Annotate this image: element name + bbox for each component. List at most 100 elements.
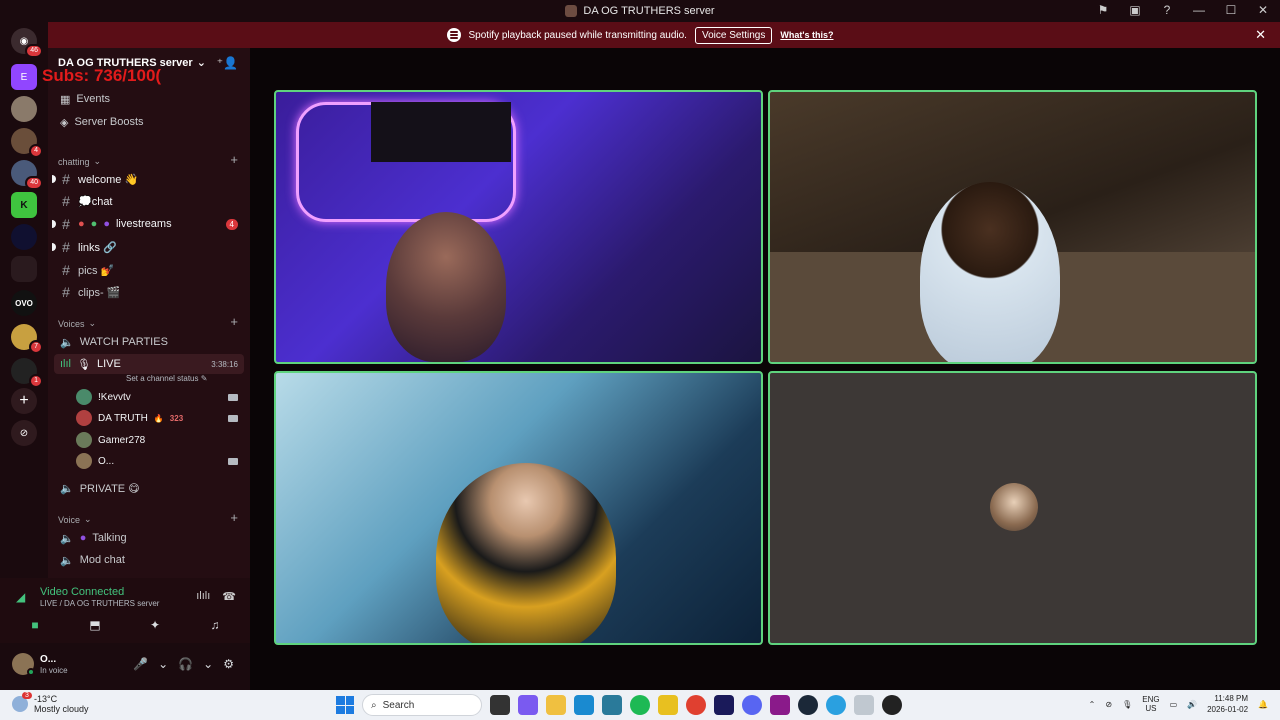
help-icon[interactable]: ? — [1160, 3, 1174, 17]
voice-settings-button[interactable]: Voice Settings — [694, 26, 773, 44]
user-name[interactable]: O... — [40, 654, 56, 665]
file-explorer-icon[interactable] — [546, 695, 566, 715]
gear-icon[interactable]: ⚙ — [223, 657, 234, 671]
video-tile-4[interactable] — [768, 371, 1257, 645]
obs-icon[interactable] — [882, 695, 902, 715]
voice-member[interactable]: Gamer278 — [76, 431, 246, 449]
discover-icon[interactable]: ⊘ — [11, 420, 37, 446]
screen-share-button[interactable]: ⬒ — [70, 614, 120, 636]
voice-channel-talking[interactable]: 🔈 ● Talking — [54, 528, 244, 548]
maximize-icon[interactable]: ☐ — [1224, 3, 1238, 17]
clock-date: 2026-01-02 — [1207, 705, 1249, 714]
events-item[interactable]: ▦ Events — [54, 89, 244, 109]
channel-name: WATCH PARTIES — [79, 336, 168, 348]
channel-links[interactable]: # links 🔗 — [52, 237, 244, 257]
live-activity-icon: ılıl — [60, 358, 71, 370]
inbox-icon[interactable]: ▣ — [1128, 3, 1142, 17]
snipping-tool-icon[interactable] — [854, 695, 874, 715]
voice-member[interactable]: DA TRUTH 🔥 323 — [76, 409, 246, 427]
kick-server-icon[interactable]: K — [11, 192, 37, 218]
voice-channel-live[interactable]: ılıl 🎙 LIVE 3:38:16 — [54, 354, 244, 374]
server-avatar-4-icon[interactable]: 7 — [11, 324, 43, 354]
headphones-icon[interactable]: 🎧 — [178, 657, 193, 671]
channel-chat[interactable]: # 💭chat — [54, 191, 244, 211]
clock[interactable]: 11:48 PM 2026-01-02 — [1207, 693, 1248, 715]
ovo-server-icon[interactable]: OVO — [11, 290, 37, 316]
spotify-app-icon[interactable] — [630, 695, 650, 715]
video-tile-2[interactable] — [768, 90, 1257, 364]
telegram-icon[interactable] — [826, 695, 846, 715]
chevron-up-icon[interactable]: ⌃ — [1089, 700, 1096, 709]
whats-this-link[interactable]: What's this? — [780, 30, 833, 40]
home-discord-icon[interactable]: ◉ 46 — [11, 28, 43, 58]
discord-app-icon[interactable] — [742, 695, 762, 715]
display-icon[interactable]: ▭ — [1170, 700, 1178, 709]
voice-member[interactable]: O... — [76, 452, 246, 470]
taskbar-search[interactable]: ⌕ Search — [362, 694, 482, 716]
title-bar: DA OG TRUTHERS server ⚑ ▣ ? — ☐ ✕ — [0, 0, 1280, 22]
lang-top: ENG — [1142, 695, 1160, 704]
notepad-icon[interactable] — [602, 695, 622, 715]
voice-channel-mod-chat[interactable]: 🔈 Mod chat — [54, 550, 244, 570]
channel-pics[interactable]: # pics 💅 — [54, 260, 244, 280]
volume-icon[interactable]: 🔊 — [1187, 700, 1197, 709]
channel-livestreams[interactable]: # ● ● ● livestreams 4 — [52, 214, 244, 234]
add-server-icon[interactable]: + — [11, 388, 37, 414]
inbox-flag-icon[interactable]: ⚑ — [1096, 3, 1110, 17]
steam-icon[interactable] — [798, 695, 818, 715]
close-window-icon[interactable]: ✕ — [1256, 3, 1270, 17]
soundboard-button[interactable]: ♫ — [190, 614, 240, 636]
calendar-icon: ▦ — [60, 93, 71, 106]
create-channel-icon[interactable]: + — [230, 510, 238, 525]
server-boosts-item[interactable]: ◈ Server Boosts — [54, 112, 244, 132]
activities-button[interactable]: ✦ — [130, 614, 180, 636]
channel-status-input[interactable]: Set a channel status ✎ — [126, 374, 207, 383]
chevron-down-icon[interactable]: ⌄ — [158, 657, 168, 671]
edge-icon[interactable] — [574, 695, 594, 715]
chevron-down-icon[interactable]: ⌄ — [203, 657, 213, 671]
weather-widget[interactable]: 3 -13°C Mostly cloudy — [12, 692, 89, 714]
premiere-icon[interactable] — [714, 695, 734, 715]
server-avatar-1-icon[interactable] — [11, 96, 37, 122]
invite-icon[interactable]: ⁺👤 — [217, 56, 238, 70]
voice-channel-private[interactable]: 🔈 PRIVATE 😋 — [54, 478, 244, 498]
microphone-icon[interactable]: 🎤 — [133, 657, 148, 671]
notifications-icon[interactable]: 🔔 — [1258, 700, 1268, 709]
channel-clips[interactable]: # clips- 🎬 — [54, 282, 244, 302]
channel-welcome[interactable]: # welcome 👋 — [52, 169, 244, 189]
minimize-icon[interactable]: — — [1192, 3, 1206, 17]
voice-status[interactable]: Video Connected — [40, 586, 124, 598]
windows-start-icon[interactable] — [336, 696, 354, 714]
channel-name: livestreams — [115, 218, 172, 230]
chrome-icon[interactable] — [686, 695, 706, 715]
copilot-icon[interactable] — [518, 695, 538, 715]
category-voice[interactable]: Voice ⌄ — [58, 514, 92, 525]
microphone-icon[interactable]: 🎙 — [1122, 700, 1132, 709]
server-avatar-5-icon[interactable]: 1 — [11, 358, 43, 388]
server-logo-icon[interactable] — [11, 224, 37, 250]
language-indicator[interactable]: ENG US — [1142, 695, 1159, 713]
server-dark-icon[interactable] — [11, 256, 37, 282]
voice-member[interactable]: !Kevvtv — [76, 388, 246, 406]
camera-toggle-button[interactable]: ■ — [10, 614, 60, 636]
video-tile-3[interactable] — [274, 371, 763, 645]
video-tile-1[interactable] — [274, 90, 763, 364]
task-view-icon[interactable] — [490, 695, 510, 715]
twitch-server-icon[interactable]: E — [11, 64, 37, 90]
unread-indicator — [52, 220, 56, 228]
voice-location[interactable]: LIVE / DA OG TRUTHERS server — [40, 599, 159, 608]
create-channel-icon[interactable]: + — [230, 152, 238, 167]
server-avatar-2-icon[interactable]: 4 — [11, 128, 43, 158]
app-yellow-icon[interactable] — [658, 695, 678, 715]
banner-close-icon[interactable]: ✕ — [1255, 27, 1266, 43]
create-channel-icon[interactable]: + — [230, 314, 238, 329]
network-off-icon[interactable]: ⊘ — [1105, 700, 1112, 709]
server-avatar-3-icon[interactable]: 40 — [11, 160, 43, 190]
nzxt-icon[interactable] — [770, 695, 790, 715]
disconnect-icon[interactable]: ☎ — [222, 590, 236, 603]
noise-suppression-icon[interactable]: ılılı — [196, 590, 210, 603]
category-voices[interactable]: Voices ⌄ — [58, 318, 96, 329]
category-chatting[interactable]: chatting ⌄ — [58, 156, 101, 167]
channel-status-placeholder: Set a channel status — [126, 374, 199, 383]
voice-channel-watch-parties[interactable]: 🔈 WATCH PARTIES — [54, 332, 244, 352]
